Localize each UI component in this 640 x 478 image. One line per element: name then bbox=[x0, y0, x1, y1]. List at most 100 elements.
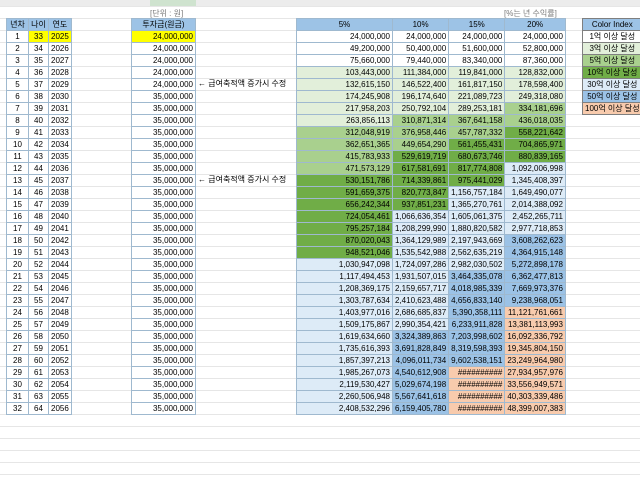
balance-cell-rate-20[interactable]: 249,318,080 bbox=[504, 90, 566, 103]
year-cell[interactable]: 2055 bbox=[48, 390, 72, 403]
balance-cell-rate-5[interactable]: 870,020,043 bbox=[296, 234, 393, 247]
year-index-cell[interactable]: 7 bbox=[6, 102, 29, 115]
balance-cell-rate-10[interactable]: 1,364,129,989 bbox=[391, 234, 450, 247]
balance-cell-rate-5[interactable]: 1,857,397,213 bbox=[296, 354, 393, 367]
age-cell[interactable]: 48 bbox=[28, 210, 49, 223]
year-index-cell[interactable]: 27 bbox=[6, 342, 29, 355]
age-cell[interactable]: 54 bbox=[28, 282, 49, 295]
investment-cell[interactable]: 35,000,000 bbox=[131, 90, 196, 103]
color-index-item[interactable]: 100억 이상 달성 bbox=[582, 102, 640, 115]
balance-cell-rate-20[interactable]: 1,649,490,077 bbox=[504, 186, 566, 199]
balance-cell-rate-20[interactable]: 24,000,000 bbox=[504, 30, 566, 43]
balance-cell-rate-20[interactable]: 5,272,898,178 bbox=[504, 258, 566, 271]
investment-cell[interactable]: 35,000,000 bbox=[131, 294, 196, 307]
balance-cell-rate-10[interactable]: 250,792,104 bbox=[391, 102, 450, 115]
year-index-cell[interactable]: 10 bbox=[6, 138, 29, 151]
balance-cell-rate-5[interactable]: 24,000,000 bbox=[296, 30, 393, 43]
color-index-item[interactable]: 30억 이상 달성 bbox=[582, 78, 640, 91]
year-index-cell[interactable]: 32 bbox=[6, 402, 29, 415]
balance-cell-rate-15[interactable]: 1,605,061,375 bbox=[448, 210, 506, 223]
balance-cell-rate-15[interactable]: 680,673,746 bbox=[448, 150, 506, 163]
age-cell[interactable]: 39 bbox=[28, 102, 49, 115]
balance-cell-rate-15[interactable]: 457,787,332 bbox=[448, 126, 506, 139]
year-index-cell[interactable]: 26 bbox=[6, 330, 29, 343]
investment-cell[interactable]: 35,000,000 bbox=[131, 162, 196, 175]
balance-cell-rate-10[interactable]: 4,540,612,908 bbox=[391, 366, 450, 379]
year-index-cell[interactable]: 20 bbox=[6, 258, 29, 271]
balance-cell-rate-10[interactable]: 5,029,674,198 bbox=[391, 378, 450, 391]
header-rate-10[interactable]: 10% bbox=[391, 18, 450, 31]
investment-header[interactable]: 투자금(원금) bbox=[131, 18, 196, 31]
header-year-index[interactable]: 년차 bbox=[6, 18, 29, 31]
balance-cell-rate-20[interactable]: 436,018,035 bbox=[504, 114, 566, 127]
age-cell[interactable]: 61 bbox=[28, 366, 49, 379]
balance-cell-rate-20[interactable]: 6,362,477,813 bbox=[504, 270, 566, 283]
age-cell[interactable]: 58 bbox=[28, 330, 49, 343]
year-cell[interactable]: 2052 bbox=[48, 354, 72, 367]
investment-cell[interactable]: 35,000,000 bbox=[131, 234, 196, 247]
investment-cell[interactable]: 35,000,000 bbox=[131, 318, 196, 331]
balance-cell-rate-20[interactable]: 704,865,971 bbox=[504, 138, 566, 151]
balance-cell-rate-15[interactable]: ########## bbox=[448, 390, 506, 403]
year-index-cell[interactable]: 8 bbox=[6, 114, 29, 127]
balance-cell-rate-15[interactable]: 83,340,000 bbox=[448, 54, 506, 67]
year-index-cell[interactable]: 14 bbox=[6, 186, 29, 199]
year-index-cell[interactable]: 21 bbox=[6, 270, 29, 283]
balance-cell-rate-20[interactable]: 9,238,968,051 bbox=[504, 294, 566, 307]
year-cell[interactable]: 2028 bbox=[48, 66, 72, 79]
investment-cell[interactable]: 35,000,000 bbox=[131, 186, 196, 199]
header-age[interactable]: 나이 bbox=[28, 18, 49, 31]
investment-cell[interactable]: 24,000,000 bbox=[131, 42, 196, 55]
year-cell[interactable]: 2031 bbox=[48, 102, 72, 115]
investment-cell[interactable]: 35,000,000 bbox=[131, 198, 196, 211]
age-cell[interactable]: 35 bbox=[28, 54, 49, 67]
balance-cell-rate-15[interactable]: 7,203,998,602 bbox=[448, 330, 506, 343]
age-cell[interactable]: 33 bbox=[28, 30, 49, 43]
balance-cell-rate-15[interactable]: 817,774,808 bbox=[448, 162, 506, 175]
age-cell[interactable]: 64 bbox=[28, 402, 49, 415]
balance-cell-rate-15[interactable]: 161,817,150 bbox=[448, 78, 506, 91]
balance-cell-rate-10[interactable]: 820,773,847 bbox=[391, 186, 450, 199]
balance-cell-rate-20[interactable]: 178,598,400 bbox=[504, 78, 566, 91]
year-index-cell[interactable]: 4 bbox=[6, 66, 29, 79]
year-index-cell[interactable]: 2 bbox=[6, 42, 29, 55]
balance-cell-rate-15[interactable]: 4,656,833,140 bbox=[448, 294, 506, 307]
year-index-cell[interactable]: 12 bbox=[6, 162, 29, 175]
balance-cell-rate-10[interactable]: 1,931,507,015 bbox=[391, 270, 450, 283]
balance-cell-rate-15[interactable]: 1,880,820,582 bbox=[448, 222, 506, 235]
balance-cell-rate-20[interactable]: 11,121,761,661 bbox=[504, 306, 566, 319]
year-index-cell[interactable]: 3 bbox=[6, 54, 29, 67]
investment-cell[interactable]: 24,000,000 bbox=[131, 54, 196, 67]
year-cell[interactable]: 2029 bbox=[48, 78, 72, 91]
year-index-cell[interactable]: 1 bbox=[6, 30, 29, 43]
balance-cell-rate-5[interactable]: 1,403,977,016 bbox=[296, 306, 393, 319]
color-index-item[interactable]: 5억 이상 달성 bbox=[582, 54, 640, 67]
year-cell[interactable]: 2026 bbox=[48, 42, 72, 55]
year-index-cell[interactable]: 24 bbox=[6, 306, 29, 319]
balance-cell-rate-10[interactable]: 2,686,685,837 bbox=[391, 306, 450, 319]
balance-cell-rate-20[interactable]: 23,249,964,980 bbox=[504, 354, 566, 367]
investment-cell[interactable]: 35,000,000 bbox=[131, 210, 196, 223]
balance-cell-rate-5[interactable]: 2,260,506,948 bbox=[296, 390, 393, 403]
balance-cell-rate-5[interactable]: 1,985,267,073 bbox=[296, 366, 393, 379]
age-cell[interactable]: 62 bbox=[28, 378, 49, 391]
year-index-cell[interactable]: 16 bbox=[6, 210, 29, 223]
year-cell[interactable]: 2050 bbox=[48, 330, 72, 343]
balance-cell-rate-15[interactable]: 5,390,358,111 bbox=[448, 306, 506, 319]
balance-cell-rate-10[interactable]: 146,522,400 bbox=[391, 78, 450, 91]
year-cell[interactable]: 2030 bbox=[48, 90, 72, 103]
header-rate-5[interactable]: 5% bbox=[296, 18, 393, 31]
color-index-title[interactable]: Color Index bbox=[582, 18, 640, 31]
balance-cell-rate-20[interactable]: 128,832,000 bbox=[504, 66, 566, 79]
investment-cell[interactable]: 35,000,000 bbox=[131, 174, 196, 187]
age-cell[interactable]: 50 bbox=[28, 234, 49, 247]
year-cell[interactable]: 2044 bbox=[48, 258, 72, 271]
balance-cell-rate-20[interactable]: 2,452,265,711 bbox=[504, 210, 566, 223]
color-index-item[interactable]: 50억 이상 달성 bbox=[582, 90, 640, 103]
age-cell[interactable]: 57 bbox=[28, 318, 49, 331]
balance-cell-rate-10[interactable]: 2,410,623,488 bbox=[391, 294, 450, 307]
investment-cell[interactable]: 35,000,000 bbox=[131, 258, 196, 271]
balance-cell-rate-15[interactable]: 221,089,723 bbox=[448, 90, 506, 103]
balance-cell-rate-15[interactable]: 1,365,270,761 bbox=[448, 198, 506, 211]
balance-cell-rate-20[interactable]: 16,092,336,792 bbox=[504, 330, 566, 343]
